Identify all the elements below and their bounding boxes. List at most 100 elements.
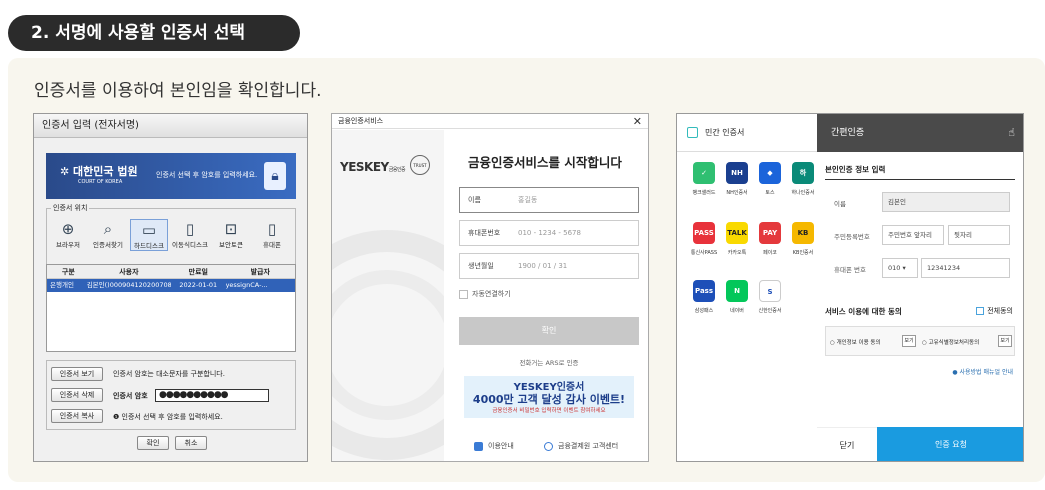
window-title: 인증서 입력 (전자서명) <box>34 114 307 138</box>
ars-link[interactable]: 전화거는 ARS로 인증 <box>459 357 639 367</box>
term-privacy[interactable]: ○ 개인정보 이용 동의 <box>830 338 881 346</box>
service-title: 금융인증서비스를 시작합니다 <box>468 155 622 170</box>
phone-input[interactable]: 12341234 <box>921 258 1010 278</box>
provider-name: 뱅크샐러드 <box>692 190 716 196</box>
rrn-front-input[interactable]: 주민번호 앞자리 <box>882 225 944 245</box>
provider-logo-icon: ✓ <box>693 162 715 184</box>
provider-name: 하나인증서 <box>791 190 815 196</box>
location-find[interactable]: ⌕ 인증서찾기 <box>89 219 127 249</box>
window-title: 금융인증서비스 <box>332 114 648 129</box>
ok-button[interactable]: 확인 <box>137 436 169 450</box>
guide-icon <box>474 441 483 451</box>
location-token[interactable]: ⊡ 보안토큰 <box>212 219 250 249</box>
birth-field[interactable]: 생년월일 1900 / 01 / 31 <box>459 253 639 279</box>
provider-logo-icon: 하 <box>792 162 814 184</box>
court-emblem-icon: ✲ <box>60 165 74 178</box>
phone-prefix-select[interactable]: 010 ▾ <box>882 258 918 278</box>
phone-field[interactable]: 휴대폰번호 010 - 1234 - 5678 <box>459 220 639 246</box>
warning-icon: ❶ <box>113 413 122 421</box>
provider-logo-icon: ◆ <box>759 162 781 184</box>
name-field[interactable]: 이름 홍길동 <box>459 187 639 213</box>
divider <box>825 179 1015 180</box>
provider-item[interactable]: PAY 페이코 <box>755 222 785 256</box>
provider-item[interactable]: KB KB인증서 <box>788 222 818 256</box>
table-row[interactable]: 은행개인 김본인()0009041202007080... 2022-01-01… <box>47 279 295 292</box>
manual-link[interactable]: ● 사용방법 매뉴얼 안내 <box>952 367 1013 376</box>
location-phone[interactable]: ▯ 휴대폰 <box>253 219 291 249</box>
location-removable[interactable]: ▯ 이동식디스크 <box>171 219 209 249</box>
court-logo: ✲ 대한민국 법원 COURT OF KOREA <box>60 165 138 185</box>
provider-name: 네이버 <box>730 308 744 314</box>
provider-item[interactable]: NH NH인증서 <box>722 162 752 196</box>
cert-input-window: 인증서 입력 (전자서명) ✲ 대한민국 법원 COURT OF KOREA 인증… <box>33 113 308 462</box>
banner-message: 인증서 선택 후 암호를 입력하세요. <box>156 171 258 179</box>
center-link[interactable]: 금융결제원 고객센터 <box>544 441 618 451</box>
globe-icon: ⊕ <box>61 220 75 238</box>
password-input[interactable]: ●●●●●●●●●● <box>155 389 269 402</box>
rrn-label: 주민등록번호 <box>834 233 870 241</box>
monitor-icon: ▭ <box>141 221 157 239</box>
provider-item[interactable]: ◆ 토스 <box>755 162 785 196</box>
usb-icon: ▯ <box>185 220 195 238</box>
provider-logo-icon: Pass <box>693 280 715 302</box>
view-term-button[interactable]: 보기 <box>998 335 1012 347</box>
agree-all-checkbox[interactable]: 전체동의 <box>976 306 1013 316</box>
provider-item[interactable]: S 신한인증서 <box>755 280 785 314</box>
token-icon: ⊡ <box>224 220 238 238</box>
cert-icon <box>687 127 698 138</box>
provider-name: 통신사PASS <box>690 250 718 256</box>
cancel-button[interactable]: 취소 <box>175 436 207 450</box>
password-hint: ❶ 인증서 선택 후 암호를 입력하세요. <box>113 413 223 421</box>
provider-item[interactable]: PASS 통신사PASS <box>689 222 719 256</box>
provider-item[interactable]: 하하나인증서 <box>788 162 818 196</box>
lock-icon: 🔒︎ <box>264 162 286 190</box>
request-button[interactable]: 인증 요청 <box>877 427 1023 461</box>
swirl-decoration-inner <box>332 270 444 420</box>
private-cert-window: 민간 인증서 ✓ 뱅크샐러드 NH NH인증서 ◆ 토스 하하나인증서 PASS 통신사PASS… <box>676 113 1024 462</box>
view-term-button[interactable]: 보기 <box>902 335 916 347</box>
auto-connect-checkbox[interactable]: 자동연결하기 <box>459 289 511 299</box>
location-harddisk[interactable]: ▭ 하드디스크 <box>130 219 168 251</box>
rrn-back-input[interactable]: 뒷자리 <box>948 225 1010 245</box>
intro-text: 인증서를 이용하여 본인임을 확인합니다. <box>34 81 322 101</box>
provider-item[interactable]: Pass 삼성패스 <box>689 280 719 314</box>
location-legend: 인증서 위치 <box>51 203 90 213</box>
provider-logo-icon: S <box>759 280 781 302</box>
confirm-button[interactable]: 확인 <box>459 317 639 345</box>
provider-name: NH인증서 <box>726 190 748 196</box>
term-identifier[interactable]: ○ 고유식별정보처리동의 <box>922 338 979 346</box>
provider-item[interactable]: TALK 카카오톡 <box>722 222 752 256</box>
provider-logo-icon: KB <box>792 222 814 244</box>
checkbox-icon <box>976 307 985 315</box>
finger-icon: ☝ <box>1008 126 1015 139</box>
provider-name: 카카오톡 <box>727 250 747 256</box>
brand-panel: YESKEY금융인증 TRUST <box>332 130 444 461</box>
provider-name: 토스 <box>765 190 775 196</box>
simple-auth-header: 간편인증 ☝ <box>817 114 1023 152</box>
view-cert-button[interactable]: 인증서 보기 <box>51 367 103 381</box>
provider-name: 삼성패스 <box>694 308 714 314</box>
close-button[interactable]: 닫기 <box>817 427 877 461</box>
court-banner: ✲ 대한민국 법원 COURT OF KOREA 인증서 선택 후 암호를 입력하… <box>46 153 296 199</box>
guide-link[interactable]: 이용안내 <box>474 441 514 451</box>
delete-cert-button[interactable]: 인증서 삭제 <box>51 388 103 402</box>
close-icon[interactable]: ✕ <box>633 114 642 129</box>
provider-logo-icon: TALK <box>726 222 748 244</box>
location-browser[interactable]: ⊕ 브라우저 <box>49 219 87 249</box>
event-banner[interactable]: YESKEY인증서 4000만 고객 달성 감사 이벤트! 금융인증서 비밀번호… <box>464 376 634 418</box>
phone-label: 휴대폰 번호 <box>834 266 866 274</box>
name-input[interactable]: 김본인 <box>882 192 1010 212</box>
checkbox-icon <box>459 289 468 299</box>
copy-cert-button[interactable]: 인증서 복사 <box>51 409 103 423</box>
table-header: 구분 사용자 만료일 발급자 <box>47 265 295 279</box>
provider-name: 페이코 <box>763 250 777 256</box>
person-icon: ● <box>952 369 960 376</box>
headset-icon <box>544 441 553 451</box>
cert-table: 구분 사용자 만료일 발급자 은행개인 김본인()000904120200708… <box>46 264 296 352</box>
provider-item[interactable]: ✓ 뱅크샐러드 <box>689 162 719 196</box>
yeskey-logo: YESKEY금융인증 <box>340 160 406 174</box>
cert-actions: 인증서 보기 인증서 암호는 대소문자를 구분합니다. 인증서 삭제 인증서 암… <box>46 360 296 430</box>
name-label: 이름 <box>834 200 846 208</box>
private-cert-header: 민간 인증서 <box>677 114 817 152</box>
provider-item[interactable]: N 네이버 <box>722 280 752 314</box>
